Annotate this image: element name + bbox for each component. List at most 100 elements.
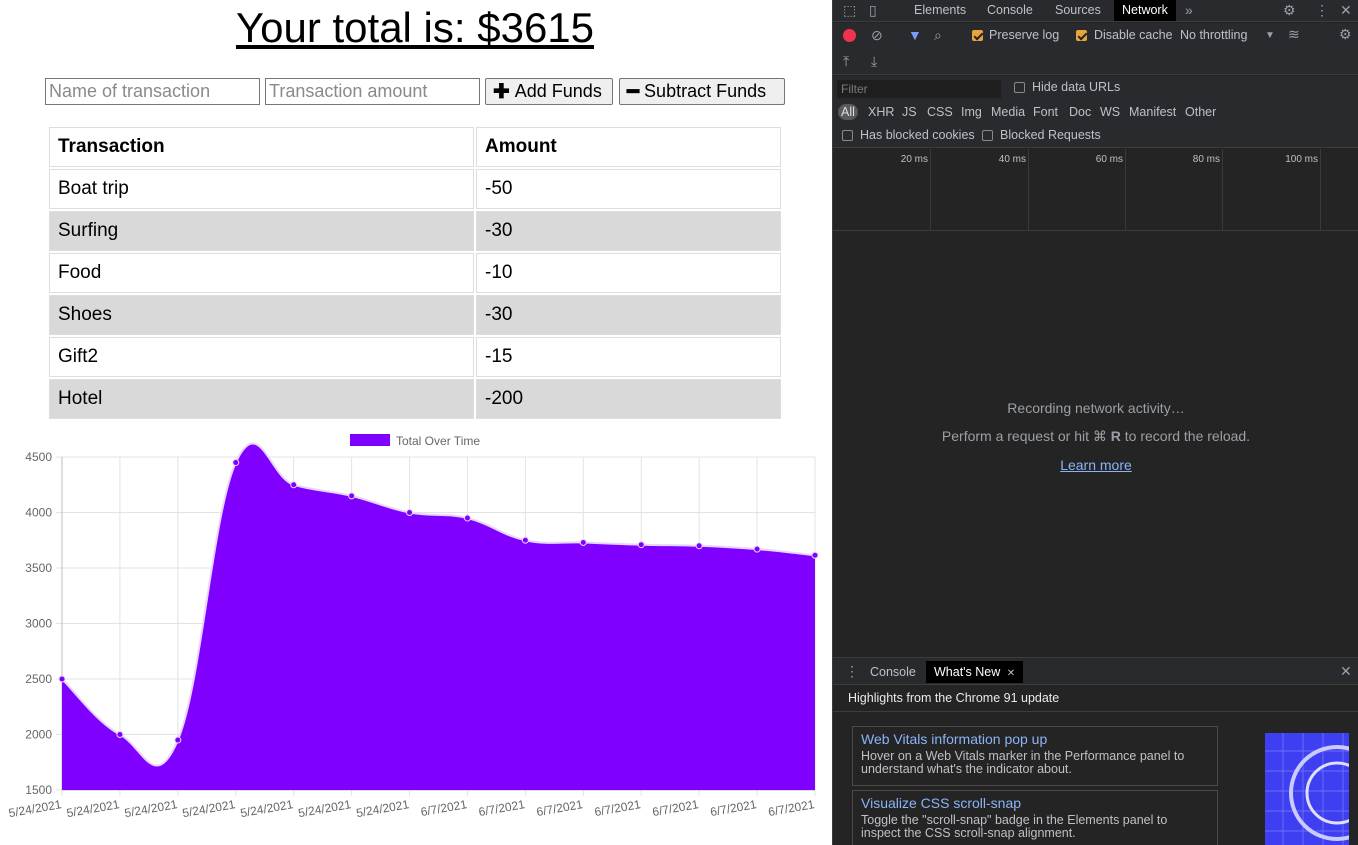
y-tick-label: 2500 bbox=[25, 672, 52, 686]
y-tick-label: 3000 bbox=[25, 617, 52, 631]
disable-cache-checkbox[interactable] bbox=[1076, 30, 1087, 41]
drawer-tab-console[interactable]: Console bbox=[870, 662, 916, 683]
drawer-tab-whats-new[interactable]: What's New ✕ bbox=[926, 661, 1024, 683]
close-devtools-icon[interactable]: ✕ bbox=[1340, 3, 1352, 17]
throttling-select[interactable]: No throttling bbox=[1180, 28, 1247, 42]
budget-app: Your total is: $3615 ✚ Add Funds ━ Subtr… bbox=[0, 0, 832, 845]
tab-network[interactable]: Network bbox=[1114, 0, 1176, 21]
x-tick-label: 6/7/2021 bbox=[420, 797, 469, 819]
double-chevron-right-icon[interactable]: » bbox=[1185, 3, 1193, 17]
data-point bbox=[753, 545, 761, 553]
add-funds-button[interactable]: ✚ Add Funds bbox=[485, 78, 613, 105]
close-tab-icon[interactable]: ✕ bbox=[1007, 668, 1015, 679]
card-description: Hover on a Web Vitals marker in the Perf… bbox=[861, 749, 1185, 776]
tab-elements[interactable]: Elements bbox=[914, 0, 966, 21]
x-tick-label: 5/24/2021 bbox=[123, 797, 178, 820]
type-filter-js[interactable]: JS bbox=[902, 104, 917, 120]
minus-icon: ━ bbox=[627, 80, 640, 103]
row-amount: -15 bbox=[476, 337, 781, 377]
search-icon[interactable]: ⌕ bbox=[934, 28, 942, 42]
transaction-amount-input[interactable] bbox=[265, 78, 480, 105]
type-filter-manifest[interactable]: Manifest bbox=[1129, 104, 1176, 120]
type-filter-all[interactable]: All bbox=[838, 104, 858, 120]
type-filter-other[interactable]: Other bbox=[1185, 104, 1216, 120]
subtract-funds-button[interactable]: ━ Subtract Funds bbox=[619, 78, 785, 105]
filter-input[interactable] bbox=[837, 80, 1001, 98]
data-point bbox=[348, 492, 356, 500]
record-hint-text-end: to record the reload. bbox=[1120, 428, 1251, 444]
tick-label: 60 ms bbox=[1095, 154, 1123, 165]
chrome-update-illustration-art bbox=[1265, 733, 1349, 845]
add-funds-label: Add Funds bbox=[514, 81, 602, 101]
type-filter-media[interactable]: Media bbox=[991, 104, 1025, 120]
drawer-tabbar: ⋮ Console What's New ✕ ✕ bbox=[833, 657, 1358, 685]
x-tick-label: 5/24/2021 bbox=[65, 797, 120, 820]
preserve-log-checkbox[interactable] bbox=[972, 30, 983, 41]
type-filter-font[interactable]: Font bbox=[1033, 104, 1058, 120]
x-tick-label: 5/24/2021 bbox=[239, 797, 294, 820]
kebab-menu-icon[interactable]: ⋮ bbox=[1315, 3, 1329, 17]
header-amount: Amount bbox=[476, 127, 781, 167]
hide-data-urls-checkbox[interactable] bbox=[1014, 82, 1025, 93]
filter-funnel-icon[interactable]: ▼ bbox=[908, 28, 922, 42]
card-title[interactable]: Visualize CSS scroll-snap bbox=[861, 795, 1209, 811]
row-amount: -50 bbox=[476, 169, 781, 209]
data-point bbox=[637, 541, 645, 549]
export-har-icon[interactable]: ⤓ bbox=[871, 54, 877, 68]
table-row: Hotel -200 bbox=[49, 379, 781, 419]
tick-label: 100 ms bbox=[1285, 154, 1318, 165]
row-name: Boat trip bbox=[49, 169, 474, 209]
import-har-icon[interactable]: ⤒ bbox=[843, 54, 849, 68]
record-hint: Perform a request or hit ⌘ R to record t… bbox=[833, 428, 1358, 445]
data-point bbox=[116, 731, 124, 738]
record-icon[interactable] bbox=[843, 29, 856, 42]
type-filter-ws[interactable]: WS bbox=[1100, 104, 1120, 120]
blocked-requests-checkbox[interactable] bbox=[982, 130, 993, 141]
x-tick-label: 6/7/2021 bbox=[477, 797, 526, 819]
drawer-menu-icon[interactable]: ⋮ bbox=[845, 664, 859, 678]
table-row: Boat trip -50 bbox=[49, 169, 781, 209]
network-empty-state: Recording network activity… Perform a re… bbox=[833, 400, 1358, 473]
y-tick-label: 3500 bbox=[25, 561, 52, 575]
type-filter-img[interactable]: Img bbox=[961, 104, 982, 120]
recording-status: Recording network activity… bbox=[1007, 400, 1185, 416]
table-row: Surfing -30 bbox=[49, 211, 781, 251]
settings-gear-icon[interactable]: ⚙ bbox=[1283, 3, 1296, 17]
transactions-table-scroll[interactable]: Transaction Amount Boat trip -50 Surfing… bbox=[47, 125, 783, 423]
transaction-name-input[interactable] bbox=[45, 78, 260, 105]
learn-more-link[interactable]: Learn more bbox=[1060, 457, 1132, 473]
card-title[interactable]: Web Vitals information pop up bbox=[861, 731, 1209, 747]
network-conditions-icon[interactable]: ≋ bbox=[1288, 27, 1300, 41]
close-drawer-icon[interactable]: ✕ bbox=[1340, 664, 1352, 678]
plus-icon: ✚ bbox=[493, 80, 510, 103]
drawer-tab-whats-new-label: What's New bbox=[934, 665, 1001, 679]
type-filter-xhr[interactable]: XHR bbox=[868, 104, 894, 120]
device-toolbar-icon[interactable]: ▯ bbox=[869, 3, 877, 17]
network-overview-timeline[interactable]: 20 ms 40 ms 60 ms 80 ms 100 ms bbox=[833, 149, 1358, 231]
whats-new-card[interactable]: Web Vitals information pop up Hover on a… bbox=[852, 726, 1218, 786]
type-filter-doc[interactable]: Doc bbox=[1069, 104, 1091, 120]
clear-icon[interactable]: ⊘ bbox=[871, 28, 883, 42]
tick-line bbox=[1028, 149, 1029, 231]
network-settings-icon[interactable]: ⚙ bbox=[1339, 27, 1352, 41]
transactions-table: Transaction Amount Boat trip -50 Surfing… bbox=[47, 125, 783, 421]
data-point bbox=[58, 675, 66, 683]
row-name: Gift2 bbox=[49, 337, 474, 377]
tab-sources[interactable]: Sources bbox=[1055, 0, 1101, 21]
tab-console[interactable]: Console bbox=[987, 0, 1033, 21]
devtools-tabbar: ⬚ ▯ Elements Console Sources Network » ⚙… bbox=[833, 0, 1358, 22]
series-area bbox=[62, 443, 815, 790]
inspect-element-icon[interactable]: ⬚ bbox=[843, 3, 856, 17]
x-tick-label: 6/7/2021 bbox=[767, 797, 816, 819]
has-blocked-cookies-checkbox[interactable] bbox=[842, 130, 853, 141]
data-point bbox=[174, 736, 182, 744]
type-filter-css[interactable]: CSS bbox=[927, 104, 953, 120]
table-header-row: Transaction Amount bbox=[49, 127, 781, 167]
whats-new-card[interactable]: Visualize CSS scroll-snap Toggle the "sc… bbox=[852, 790, 1218, 845]
table-row: Shoes -30 bbox=[49, 295, 781, 335]
data-point bbox=[232, 459, 240, 467]
chrome-update-illustration bbox=[1265, 733, 1349, 845]
legend-label: Total Over Time bbox=[396, 434, 480, 448]
data-point bbox=[406, 509, 414, 516]
row-name: Hotel bbox=[49, 379, 474, 419]
